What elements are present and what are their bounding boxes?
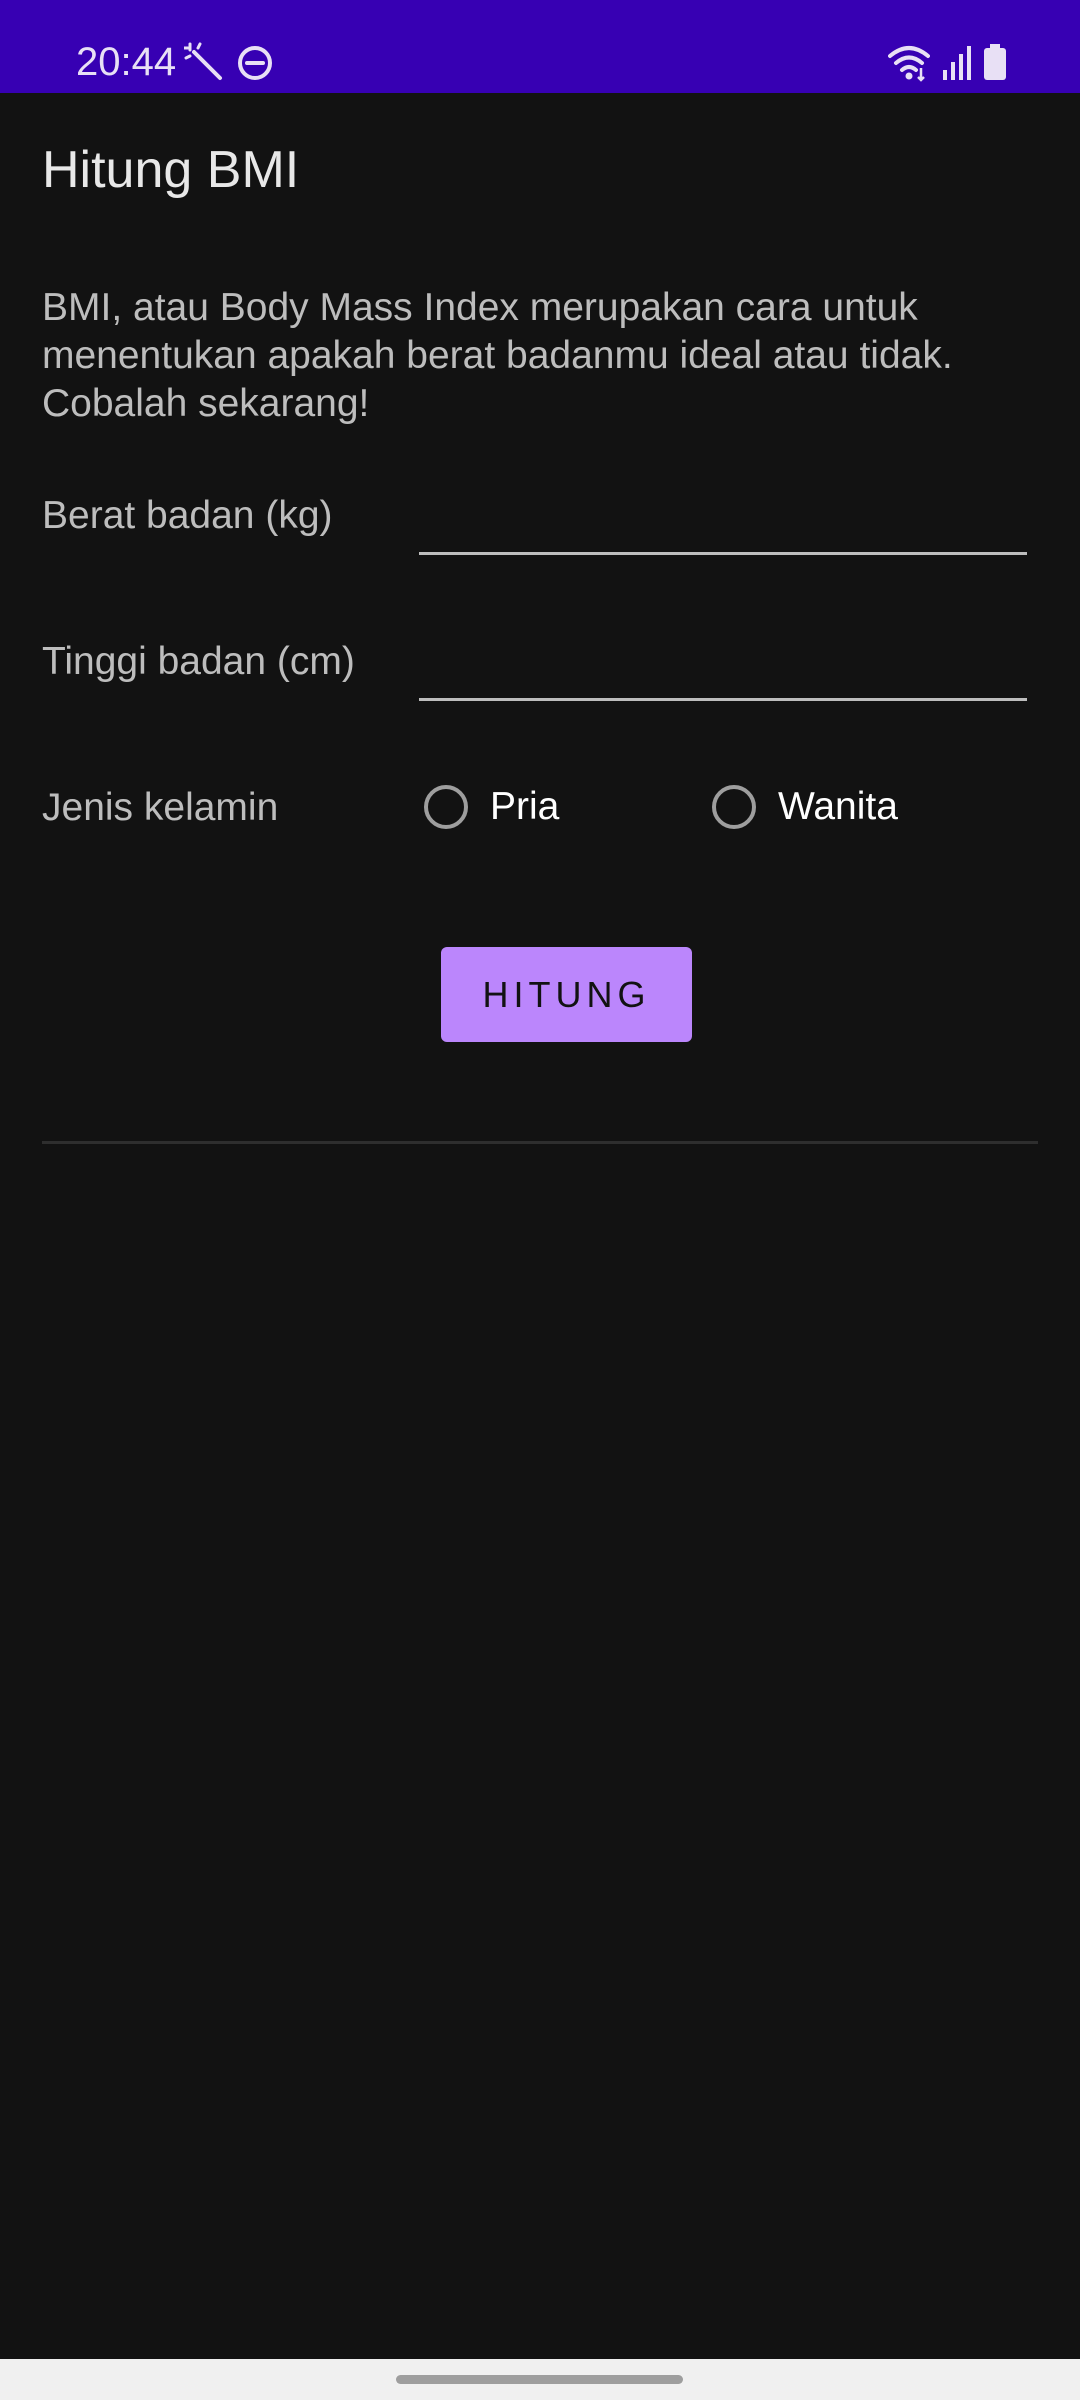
weight-label: Berat badan (kg) bbox=[42, 494, 333, 537]
home-handle[interactable] bbox=[396, 2375, 683, 2384]
radio-label-female: Wanita bbox=[778, 785, 898, 828]
cell-signal-icon bbox=[943, 46, 971, 80]
weight-input[interactable] bbox=[419, 492, 1027, 555]
battery-icon bbox=[984, 44, 1006, 80]
divider bbox=[42, 1141, 1038, 1144]
status-time: 20:44 bbox=[76, 40, 177, 84]
page-title: Hitung BMI bbox=[42, 141, 300, 199]
height-input[interactable] bbox=[419, 638, 1027, 701]
description-text: BMI, atau Body Mass Index merupakan cara… bbox=[42, 286, 953, 425]
wifi-icon bbox=[888, 46, 930, 82]
magic-wand-icon bbox=[184, 42, 222, 80]
radio-label-male: Pria bbox=[490, 785, 560, 828]
gender-radio-male[interactable]: Pria bbox=[424, 779, 559, 835]
height-label: Tinggi badan (cm) bbox=[42, 640, 355, 683]
status-bar: 20:44 bbox=[0, 0, 1080, 93]
do-not-disturb-icon bbox=[238, 46, 272, 80]
gender-label: Jenis kelamin bbox=[42, 786, 279, 829]
gender-radio-female[interactable]: Wanita bbox=[712, 779, 898, 835]
radio-circle[interactable] bbox=[712, 785, 756, 829]
navigation-bar bbox=[0, 2359, 1080, 2400]
radio-circle[interactable] bbox=[424, 785, 468, 829]
calculate-button[interactable]: HITUNG bbox=[441, 947, 692, 1042]
